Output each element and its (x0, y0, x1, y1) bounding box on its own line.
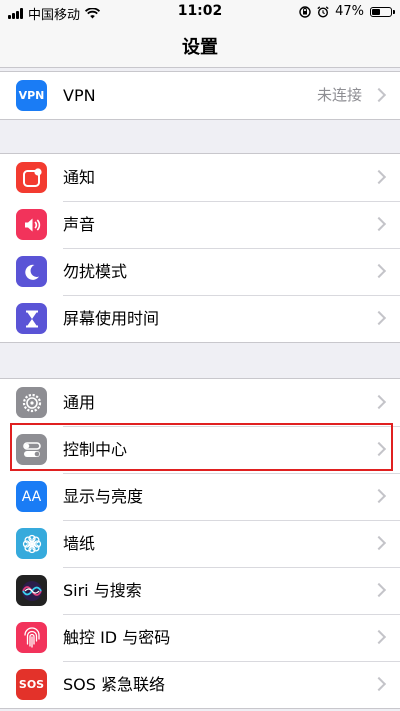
chevron-right-icon (371, 394, 387, 410)
chevron-right-icon (371, 310, 387, 326)
toggles-icon (16, 434, 47, 465)
hourglass-icon (16, 303, 47, 334)
gear-icon (16, 387, 47, 418)
display-icon: AA (16, 481, 47, 512)
settings-row-general[interactable]: 通用 (0, 379, 400, 426)
settings-group-vpn: VPN VPN 未连接 (0, 71, 400, 120)
settings-row-label: 勿扰模式 (63, 262, 128, 281)
settings-row-label: 声音 (63, 215, 96, 234)
settings-row-label: 屏幕使用时间 (63, 309, 160, 328)
chevron-right-icon (371, 582, 387, 598)
nav-bar: 设置 (0, 24, 400, 68)
settings-row-notifications[interactable]: 通知 (0, 154, 400, 201)
settings-row-label: 控制中心 (63, 440, 128, 459)
settings-row-label: 通用 (63, 393, 96, 412)
page-title: 设置 (182, 36, 218, 58)
settings-row-touch-id[interactable]: 触控 ID 与密码 (0, 614, 400, 661)
chevron-right-icon (371, 216, 387, 232)
notifications-icon (16, 162, 47, 193)
settings-row-label: Siri 与搜索 (63, 581, 142, 600)
settings-row-vpn[interactable]: VPN VPN 未连接 (0, 72, 400, 119)
flower-icon (16, 528, 47, 559)
settings-group-general: 通用 控制中心 AA 显示与亮度 墙纸 Siri 与搜索 触控 ID 与密码 S… (0, 378, 400, 709)
settings-row-control-center[interactable]: 控制中心 (0, 426, 400, 473)
settings-row-display[interactable]: AA 显示与亮度 (0, 473, 400, 520)
settings-row-do-not-disturb[interactable]: 勿扰模式 (0, 248, 400, 295)
settings-row-label: 墙纸 (63, 534, 96, 553)
battery-fill (372, 8, 380, 15)
settings-row-emergency-sos[interactable]: SOS SOS 紧急联络 (0, 661, 400, 708)
status-right: 47% (299, 4, 395, 19)
vpn-status-value: 未连接 (316, 86, 362, 104)
battery-icon (370, 6, 395, 17)
chevron-right-icon (371, 169, 387, 185)
fingerprint-icon (16, 622, 47, 653)
settings-row-screen-time[interactable]: 屏幕使用时间 (0, 295, 400, 342)
settings-row-label: SOS 紧急联络 (63, 675, 165, 694)
chevron-right-icon (371, 629, 387, 645)
moon-icon (16, 256, 47, 287)
settings-row-label: 通知 (63, 168, 96, 187)
settings-row-siri[interactable]: Siri 与搜索 (0, 567, 400, 614)
settings-row-sounds[interactable]: 声音 (0, 201, 400, 248)
chevron-right-icon (371, 441, 387, 457)
chevron-right-icon (371, 488, 387, 504)
vpn-icon: VPN (16, 80, 47, 111)
chevron-right-icon (371, 676, 387, 692)
chevron-right-icon (371, 535, 387, 551)
settings-row-label: 显示与亮度 (63, 487, 144, 506)
sounds-icon (16, 209, 47, 240)
sos-icon: SOS (16, 669, 47, 700)
alarm-icon (317, 5, 329, 18)
settings-row-label: 触控 ID 与密码 (63, 628, 171, 647)
settings-group-notifications: 通知 声音 勿扰模式 屏幕使用时间 (0, 153, 400, 343)
settings-row-wallpaper[interactable]: 墙纸 (0, 520, 400, 567)
battery-percent: 47% (335, 4, 364, 19)
status-bar: 中国移动 11:02 47% (0, 0, 400, 24)
settings-row-label: VPN (63, 86, 96, 105)
siri-icon (16, 575, 47, 606)
chevron-right-icon (371, 263, 387, 279)
chevron-right-icon (371, 87, 387, 103)
orientation-lock-icon (299, 5, 311, 18)
